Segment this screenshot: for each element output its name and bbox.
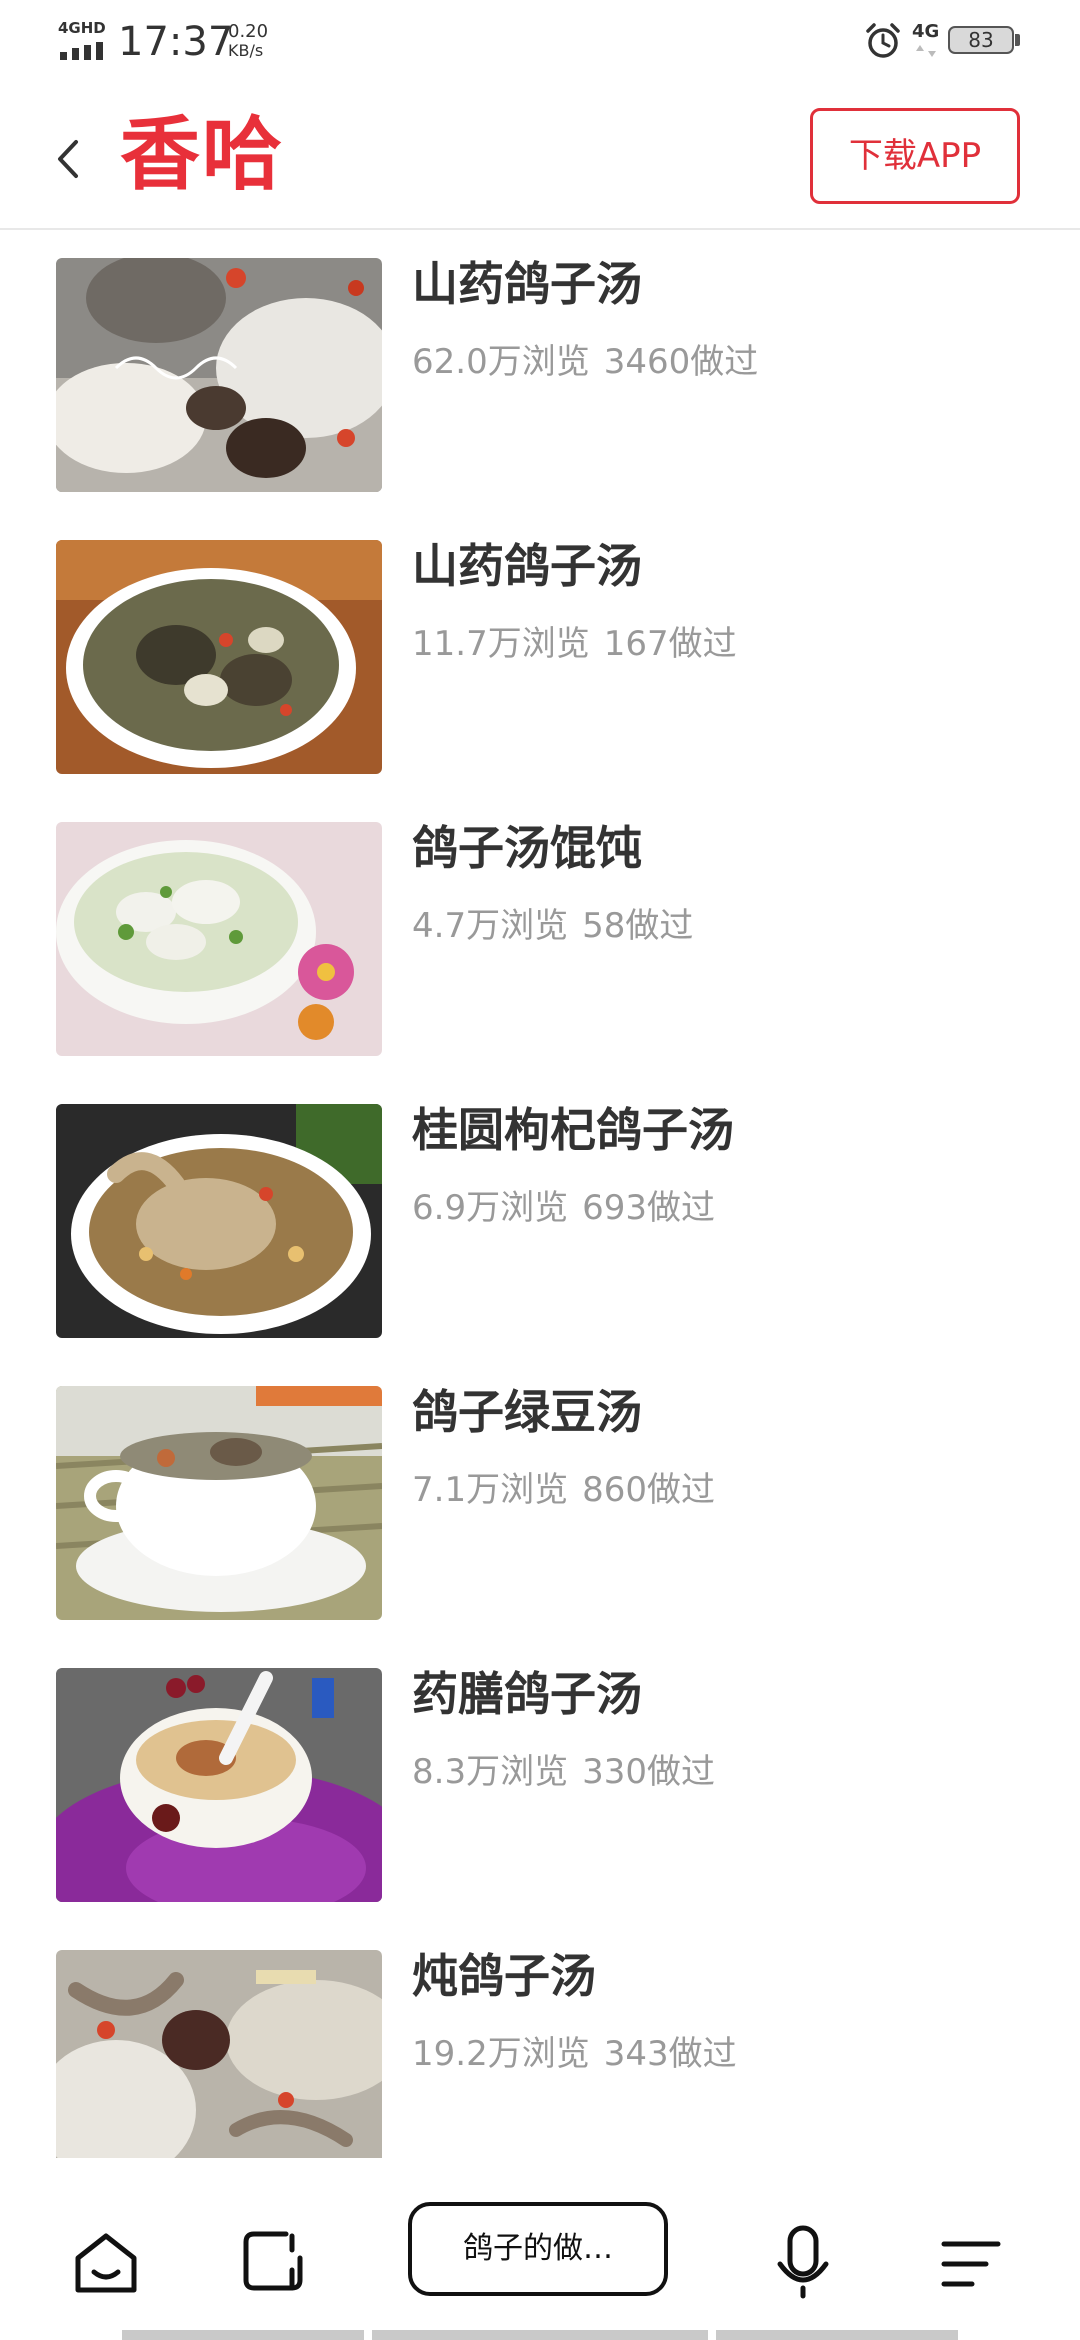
menu-icon[interactable] xyxy=(940,2234,1002,2294)
soup-photo-icon xyxy=(56,1386,382,1620)
soup-photo-icon xyxy=(56,258,382,492)
recipe-thumbnail[interactable] xyxy=(56,1950,382,2158)
back-icon[interactable] xyxy=(44,124,100,194)
recipe-made-count: 330做过 xyxy=(582,1752,715,1792)
status-bar: 4GHD 17:37 0.20 KB/s 4G 83 xyxy=(0,0,1080,84)
recipe-item[interactable]: 药膳鸽子汤 8.3万浏览 330做过 xyxy=(0,1640,1080,1922)
mobile-data-indicator: 4G xyxy=(910,22,944,62)
recipe-thumbnail[interactable] xyxy=(56,1104,382,1338)
recipe-stats: 62.0万浏览 3460做过 xyxy=(412,340,758,384)
home-icon[interactable] xyxy=(72,2228,140,2298)
recipe-stats: 19.2万浏览 343做过 xyxy=(412,2032,737,2076)
soup-photo-icon xyxy=(56,540,382,774)
voice-icon[interactable] xyxy=(776,2224,830,2300)
recipe-views: 11.7万浏览 xyxy=(412,624,590,664)
recipe-made-count: 860做过 xyxy=(582,1470,715,1510)
recipe-item[interactable]: 山药鸽子汤 62.0万浏览 3460做过 xyxy=(0,230,1080,512)
recipe-item[interactable]: 炖鸽子汤 19.2万浏览 343做过 xyxy=(0,1922,1080,2158)
gesture-bar-right xyxy=(716,2330,958,2340)
recipe-thumbnail[interactable] xyxy=(56,1668,382,1902)
download-app-button[interactable]: 下载APP xyxy=(810,108,1020,204)
recipe-made-count: 3460做过 xyxy=(603,342,759,382)
recipe-stats: 6.9万浏览 693做过 xyxy=(412,1186,715,1230)
browser-bottom-bar: 鸽子的做… xyxy=(0,2158,1080,2340)
recipe-title[interactable]: 鸽子汤馄饨 xyxy=(412,818,642,878)
recipe-thumbnail[interactable] xyxy=(56,540,382,774)
recipe-stats: 11.7万浏览 167做过 xyxy=(412,622,737,666)
recipe-title[interactable]: 山药鸽子汤 xyxy=(412,254,642,314)
recipe-title[interactable]: 山药鸽子汤 xyxy=(412,536,642,596)
soup-photo-icon xyxy=(56,822,382,1056)
recipe-thumbnail[interactable] xyxy=(56,258,382,492)
recipe-list: 山药鸽子汤 62.0万浏览 3460做过 山药鸽子汤 11.7万浏览 167做过 xyxy=(0,230,1080,2158)
soup-photo-icon xyxy=(56,1668,382,1902)
tabs-icon[interactable] xyxy=(240,2228,306,2294)
app-logo[interactable]: 香哈 xyxy=(120,104,284,204)
recipe-thumbnail[interactable] xyxy=(56,1386,382,1620)
recipe-title[interactable]: 桂圆枸杞鸽子汤 xyxy=(412,1100,734,1160)
network-speed: 0.20 KB/s xyxy=(228,22,298,60)
recipe-views: 6.9万浏览 xyxy=(412,1188,569,1228)
data-arrows-icon xyxy=(916,45,936,57)
recipe-made-count: 167做过 xyxy=(603,624,737,664)
recipe-stats: 8.3万浏览 330做过 xyxy=(412,1750,715,1794)
gesture-bar-center xyxy=(372,2330,708,2340)
recipe-title[interactable]: 鸽子绿豆汤 xyxy=(412,1382,642,1442)
mobile-data-label: 4G xyxy=(912,21,940,42)
recipe-made-count: 58做过 xyxy=(582,906,694,946)
recipe-views: 62.0万浏览 xyxy=(412,342,590,382)
network-indicator: 4GHD xyxy=(58,20,108,60)
battery-level: 83 xyxy=(968,28,994,52)
recipe-title[interactable]: 药膳鸽子汤 xyxy=(412,1664,642,1724)
clock: 17:37 xyxy=(118,19,234,65)
recipe-views: 19.2万浏览 xyxy=(412,2034,590,2074)
network-speed-value: 0.20 xyxy=(228,21,269,42)
soup-photo-icon xyxy=(56,1950,382,2158)
battery-icon: 83 xyxy=(948,26,1024,58)
network-type: 4GHD xyxy=(58,19,106,37)
network-speed-unit: KB/s xyxy=(228,41,264,60)
recipe-views: 8.3万浏览 xyxy=(412,1752,569,1792)
soup-photo-icon xyxy=(56,1104,382,1338)
recipe-item[interactable]: 山药鸽子汤 11.7万浏览 167做过 xyxy=(0,512,1080,794)
recipe-stats: 4.7万浏览 58做过 xyxy=(412,904,693,948)
recipe-views: 4.7万浏览 xyxy=(412,906,569,946)
recipe-stats: 7.1万浏览 860做过 xyxy=(412,1468,715,1512)
recipe-item[interactable]: 鸽子汤馄饨 4.7万浏览 58做过 xyxy=(0,794,1080,1076)
recipe-item[interactable]: 鸽子绿豆汤 7.1万浏览 860做过 xyxy=(0,1358,1080,1640)
recipe-item[interactable]: 桂圆枸杞鸽子汤 6.9万浏览 693做过 xyxy=(0,1076,1080,1358)
app-header: 香哈 下载APP xyxy=(0,84,1080,230)
recipe-thumbnail[interactable] xyxy=(56,822,382,1056)
recipe-made-count: 343做过 xyxy=(603,2034,737,2074)
recipe-title[interactable]: 炖鸽子汤 xyxy=(412,1946,596,2006)
recipe-made-count: 693做过 xyxy=(582,1188,715,1228)
gesture-bar-left xyxy=(122,2330,364,2340)
signal-icon xyxy=(60,42,103,60)
recipe-views: 7.1万浏览 xyxy=(412,1470,569,1510)
alarm-icon xyxy=(866,23,900,58)
address-bar[interactable]: 鸽子的做… xyxy=(408,2202,668,2296)
